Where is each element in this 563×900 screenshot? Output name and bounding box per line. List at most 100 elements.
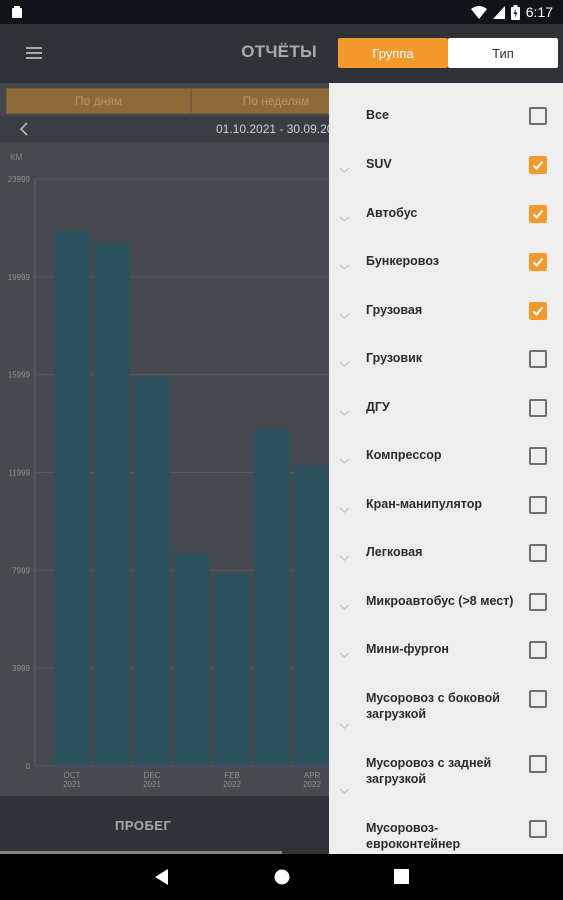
y-tick-label: 0 [26,762,31,771]
y-tick-label: 15999 [8,371,31,380]
filter-label: Мусоровоз с задней загрузкой [366,756,492,786]
checkmark-icon [532,306,544,316]
x-tick-year: 2022 [223,780,241,789]
chevron-left-icon[interactable] [18,122,30,136]
filter-row[interactable]: SUV [329,156,563,180]
x-tick-month: APR [304,771,321,780]
filter-label: Все [366,108,389,122]
filter-row[interactable]: Легковая [329,544,563,568]
chevron-down-icon[interactable] [339,312,350,320]
date-range[interactable]: 01.10.2021 - 30.09.2022 [216,122,347,136]
y-tick-label: 3999 [12,664,30,673]
filter-label: Грузовик [366,351,423,365]
filter-row[interactable]: Грузовик [329,350,563,374]
checkmark-icon [532,209,544,219]
filter-checkbox[interactable] [529,205,547,223]
filter-row[interactable]: Мини-фургон [329,641,563,665]
filter-label: Кран-манипулятор [366,497,482,511]
x-tick-year: 2021 [143,780,161,789]
filter-checkbox[interactable] [529,641,547,659]
back-icon[interactable] [155,869,169,885]
filter-label: Бункеровоз [366,254,440,268]
filter-row[interactable]: Автобус [329,205,563,229]
filter-label: Легковая [366,545,423,559]
segment-type[interactable]: Тип [448,38,558,68]
tab-mileage[interactable]: ПРОБЕГ [115,818,171,833]
filter-row[interactable]: Все [329,107,563,131]
chevron-down-icon[interactable] [339,360,350,368]
battery-icon [510,4,520,20]
bar [54,230,90,766]
filter-row[interactable]: ДГУ [329,399,563,423]
filter-checkbox[interactable] [529,690,547,708]
chevron-down-icon[interactable] [339,263,350,271]
chevron-down-icon[interactable] [339,409,350,417]
home-icon[interactable] [274,869,290,885]
x-tick-month: FEB [224,771,240,780]
chevron-down-icon[interactable] [339,603,350,611]
chevron-down-icon[interactable] [339,457,350,465]
filter-row[interactable]: Бункеровоз [329,253,563,277]
x-tick-month: OCT [64,771,81,780]
y-axis-unit: КМ [10,152,23,162]
filter-checkbox[interactable] [529,544,547,562]
x-tick-year: 2022 [303,780,321,789]
filter-row[interactable]: Мусоровоз-евроконтейнер [329,820,563,854]
filter-row[interactable]: Кран-манипулятор [329,496,563,520]
filter-label: Микроавтобус (>8 мест) [366,594,514,608]
filter-row[interactable]: Грузовая [329,302,563,326]
filter-label: Мусоровоз с боковой загрузкой [366,691,500,721]
wifi-icon [470,5,487,19]
x-tick-year: 2021 [63,780,81,789]
filter-label: Мусоровоз-евроконтейнер [366,821,461,851]
filter-row[interactable]: Мусоровоз с задней загрузкой [329,755,563,795]
filter-checkbox[interactable] [529,350,547,368]
y-tick-label: 7999 [12,566,30,575]
y-tick-label: 11999 [8,469,30,478]
filter-checkbox[interactable] [529,593,547,611]
checkmark-icon [532,160,544,170]
page-title: ОТЧЁТЫ [241,42,317,61]
chevron-down-icon[interactable] [339,554,350,562]
system-nav-bar [0,854,563,900]
chevron-down-icon[interactable] [339,787,350,795]
bar [134,377,170,766]
recents-icon[interactable] [394,869,409,884]
bar [294,465,330,766]
filter-row[interactable]: Микроавтобус (>8 мест) [329,593,563,617]
filter-checkbox[interactable] [529,107,547,125]
x-tick-month: DEC [144,771,161,780]
status-time: 6:17 [525,4,553,20]
filter-checkbox[interactable] [529,156,547,174]
filter-checkbox[interactable] [529,447,547,465]
filter-label: Компрессор [366,448,442,462]
filter-checkbox[interactable] [529,755,547,773]
drawer-header: Группа Тип [329,24,563,83]
notification-icon [12,6,22,18]
checkmark-icon [532,257,544,267]
filter-checkbox[interactable] [529,496,547,514]
filter-label: Автобус [366,206,418,220]
chevron-down-icon[interactable] [339,651,350,659]
filter-checkbox[interactable] [529,302,547,320]
cellular-icon [492,5,505,19]
chevron-down-icon[interactable] [339,166,350,174]
filter-row[interactable]: Компрессор [329,447,563,471]
tab-by-days[interactable]: По дням [6,88,191,114]
bar [254,428,290,766]
bar [174,553,210,766]
filter-label: ДГУ [366,400,390,414]
filter-row[interactable]: Мусоровоз с боковой загрузкой [329,690,563,730]
filter-checkbox[interactable] [529,820,547,838]
chevron-down-icon[interactable] [339,215,350,223]
filter-checkbox[interactable] [529,253,547,271]
y-tick-label: 19999 [8,273,31,282]
chevron-down-icon[interactable] [339,506,350,514]
menu-icon[interactable] [24,44,44,62]
chevron-down-icon[interactable] [339,722,350,730]
filter-checkbox[interactable] [529,399,547,417]
status-bar: 6:17 [0,0,563,24]
segment-group[interactable]: Группа [338,38,448,68]
bar [94,242,130,767]
y-tick-label: 23999 [8,175,31,184]
